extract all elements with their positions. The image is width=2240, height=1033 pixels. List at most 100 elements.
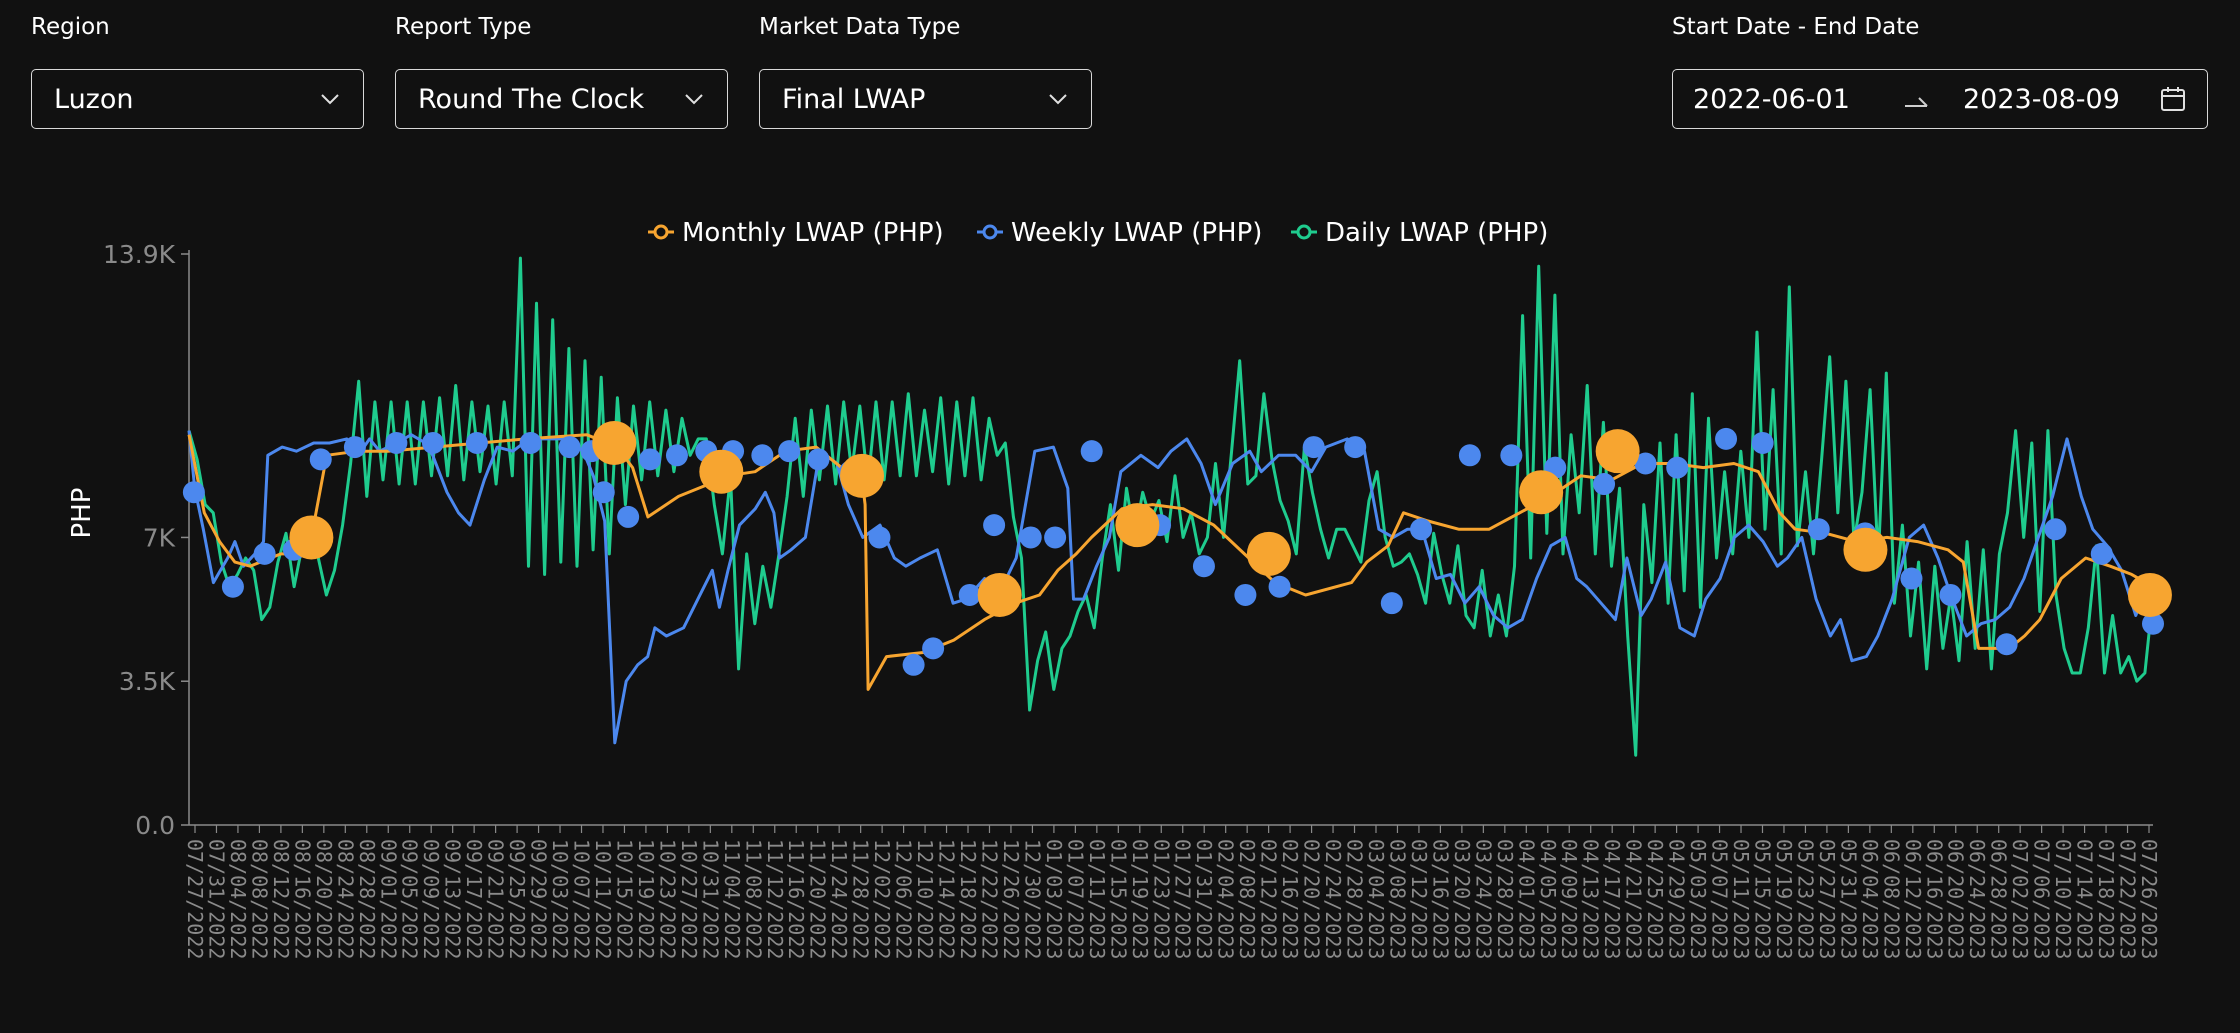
x-tick-label: 01/15/2023 bbox=[1106, 839, 1130, 959]
x-tick-label: 09/05/2022 bbox=[398, 839, 422, 959]
start-date-input[interactable]: 2022-06-01 bbox=[1693, 84, 1901, 115]
x-tick-label: 08/16/2022 bbox=[290, 839, 314, 959]
x-tick-label: 04/29/2023 bbox=[1665, 839, 1689, 959]
x-tick-label: 05/15/2023 bbox=[1750, 839, 1774, 959]
x-tick-label: 01/23/2023 bbox=[1149, 839, 1173, 959]
x-tick-label: 04/17/2023 bbox=[1600, 839, 1624, 959]
market-data-type-value: Final LWAP bbox=[782, 83, 926, 115]
market-data-type-label: Market Data Type bbox=[759, 14, 961, 40]
x-tick-label: 03/24/2023 bbox=[1471, 839, 1495, 959]
x-tick-label: 09/25/2022 bbox=[505, 839, 529, 959]
x-tick-label: 11/04/2022 bbox=[720, 839, 744, 959]
weekly-lwap-point bbox=[1302, 436, 1325, 459]
weekly-lwap-point bbox=[2090, 542, 2113, 565]
x-tick-label: 03/08/2023 bbox=[1385, 839, 1409, 959]
x-tick-label: 08/12/2022 bbox=[269, 839, 293, 959]
x-tick-label: 06/16/2023 bbox=[1922, 839, 1946, 959]
y-tick-label: 3.5K bbox=[119, 667, 176, 696]
weekly-lwap-point bbox=[465, 431, 488, 454]
x-tick-label: 04/25/2023 bbox=[1643, 839, 1667, 959]
x-tick-label: 09/17/2022 bbox=[462, 839, 486, 959]
weekly-lwap-point bbox=[665, 444, 688, 467]
x-tick-label: 01/19/2023 bbox=[1128, 839, 1152, 959]
x-tick-label: 11/24/2022 bbox=[827, 839, 851, 959]
x-tick-label: 03/12/2023 bbox=[1407, 839, 1431, 959]
monthly-lwap-point bbox=[840, 453, 885, 498]
weekly-lwap-point bbox=[617, 505, 640, 528]
calendar-icon[interactable] bbox=[2159, 85, 2187, 113]
weekly-lwap-point bbox=[221, 575, 244, 598]
x-tick-label: 01/27/2023 bbox=[1171, 839, 1195, 959]
x-tick-label: 07/27/2022 bbox=[183, 839, 207, 959]
region-select[interactable]: Luzon bbox=[31, 69, 364, 129]
weekly-lwap-point bbox=[421, 431, 444, 454]
weekly-lwap-point bbox=[1019, 526, 1042, 549]
chevron-down-icon bbox=[685, 94, 703, 105]
x-tick-label: 05/03/2023 bbox=[1686, 839, 1710, 959]
x-tick-label: 01/07/2023 bbox=[1063, 839, 1087, 959]
legend-marker bbox=[1296, 224, 1312, 240]
x-tick-label: 10/11/2022 bbox=[591, 839, 615, 959]
x-tick-label: 02/08/2023 bbox=[1235, 839, 1259, 959]
monthly-lwap-point bbox=[2127, 572, 2172, 617]
region-label: Region bbox=[31, 14, 110, 40]
x-tick-label: 04/01/2023 bbox=[1514, 839, 1538, 959]
legend-item-daily[interactable]: Daily LWAP (PHP) bbox=[1291, 218, 1548, 248]
legend-label: Daily LWAP (PHP) bbox=[1325, 218, 1548, 248]
x-tick-label: 09/13/2022 bbox=[441, 839, 465, 959]
weekly-lwap-point bbox=[1500, 444, 1523, 467]
market-data-type-select[interactable]: Final LWAP bbox=[759, 69, 1092, 129]
weekly-lwap-point bbox=[902, 653, 925, 676]
chart-legend[interactable]: Monthly LWAP (PHP) Weekly LWAP (PHP) Daily… bbox=[648, 218, 1548, 248]
legend-item-monthly[interactable]: Monthly LWAP (PHP) bbox=[648, 218, 944, 248]
x-tick-label: 02/24/2023 bbox=[1321, 839, 1345, 959]
x-tick-label: 11/28/2022 bbox=[849, 839, 873, 959]
x-tick-label: 02/20/2023 bbox=[1300, 839, 1324, 959]
monthly-lwap-point bbox=[977, 572, 1022, 617]
y-tick-label: 7K bbox=[143, 523, 176, 552]
region-value: Luzon bbox=[54, 83, 134, 115]
weekly-lwap-point bbox=[1807, 518, 1830, 541]
monthly-lwap-point bbox=[289, 515, 334, 560]
legend-marker bbox=[982, 224, 998, 240]
monthly-lwap-point bbox=[1115, 503, 1160, 548]
weekly-lwap-point bbox=[1666, 456, 1689, 479]
x-tick-label: 06/12/2023 bbox=[1901, 839, 1925, 959]
x-tick-label: 10/31/2022 bbox=[698, 839, 722, 959]
chevron-down-icon bbox=[1049, 94, 1067, 105]
monthly-lwap-point bbox=[699, 449, 744, 494]
weekly-lwap-point bbox=[807, 448, 830, 471]
end-date-input[interactable]: 2023-08-09 bbox=[1963, 84, 2159, 115]
x-tick-label: 05/07/2023 bbox=[1708, 839, 1732, 959]
weekly-lwap-point bbox=[1192, 555, 1215, 578]
x-tick-label: 05/31/2023 bbox=[1836, 839, 1860, 959]
weekly-lwap-point bbox=[1715, 427, 1738, 450]
x-tick-label: 03/04/2023 bbox=[1364, 839, 1388, 959]
date-range-picker[interactable]: 2022-06-01 2023-08-09 bbox=[1672, 69, 2208, 129]
x-tick-label: 12/10/2022 bbox=[913, 839, 937, 959]
x-tick-label: 12/06/2022 bbox=[892, 839, 916, 959]
x-tick-label: 07/22/2023 bbox=[2116, 839, 2140, 959]
x-tick-label: 06/08/2023 bbox=[1879, 839, 1903, 959]
x-tick-label: 08/28/2022 bbox=[355, 839, 379, 959]
weekly-lwap-line bbox=[187, 430, 2152, 745]
monthly-lwap-point bbox=[1595, 429, 1640, 474]
weekly-lwap-point bbox=[1900, 567, 1923, 590]
weekly-lwap-point bbox=[1080, 440, 1103, 463]
x-tick-label: 12/14/2022 bbox=[935, 839, 959, 959]
x-tick-label: 02/16/2023 bbox=[1278, 839, 1302, 959]
weekly-lwap-point bbox=[1593, 473, 1616, 496]
x-tick-label: 05/19/2023 bbox=[1772, 839, 1796, 959]
x-tick-label: 04/09/2023 bbox=[1557, 839, 1581, 959]
weekly-lwap-point bbox=[385, 431, 408, 454]
report-type-select[interactable]: Round The Clock bbox=[395, 69, 728, 129]
x-tick-label: 10/19/2022 bbox=[634, 839, 658, 959]
x-tick-label: 04/21/2023 bbox=[1622, 839, 1646, 959]
x-tick-label: 09/09/2022 bbox=[419, 839, 443, 959]
plot-area bbox=[182, 256, 2172, 757]
weekly-lwap-point bbox=[1234, 583, 1257, 606]
x-tick-label: 01/03/2023 bbox=[1042, 839, 1066, 959]
legend-item-weekly[interactable]: Weekly LWAP (PHP) bbox=[977, 218, 1262, 248]
x-tick-label: 06/24/2023 bbox=[1965, 839, 1989, 959]
weekly-lwap-point bbox=[2044, 518, 2067, 541]
